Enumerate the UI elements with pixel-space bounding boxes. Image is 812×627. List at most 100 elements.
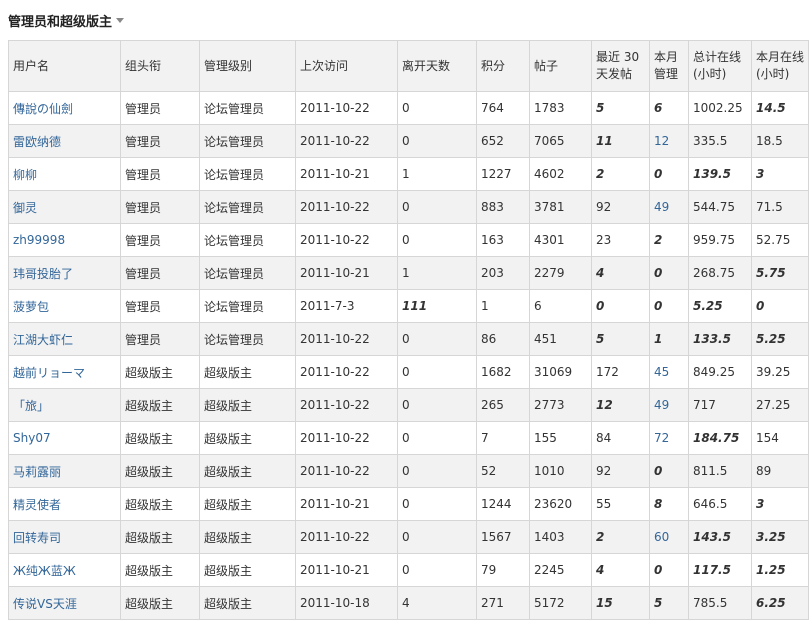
recent-posts-cell: 4 [591,553,650,587]
admin-level-cell: 论坛管理员 [199,91,296,125]
username-cell: 江湖大虾仁 [8,322,121,356]
col-header-points[interactable]: 积分 [476,40,530,92]
username-link[interactable]: 越前リョーマ [13,366,85,380]
last-visit-cell: 2011-10-21 [295,157,398,191]
posts-cell: 1010 [529,454,592,488]
username-link[interactable]: 御灵 [13,201,37,215]
username-link[interactable]: 玮哥投胎了 [13,267,73,281]
last-visit-cell: 2011-10-21 [295,256,398,290]
admin-level-cell: 论坛管理员 [199,289,296,323]
username-link[interactable]: Shy07 [13,431,51,445]
recent-posts-cell: 11 [591,124,650,158]
group-title-cell: 超级版主 [120,553,200,587]
points-cell: 1244 [476,487,530,521]
col-header-month-manage[interactable]: 本月管理 [649,40,689,92]
chevron-down-icon[interactable] [116,17,125,23]
month-manage-cell: 0 [649,553,689,587]
admin-level-cell: 超级版主 [199,520,296,554]
total-online-cell: 849.25 [688,355,752,389]
recent-posts-cell: 2 [591,520,650,554]
last-visit-cell: 2011-10-22 [295,388,398,422]
group-title-cell: 管理员 [120,91,200,125]
last-visit-cell: 2011-10-22 [295,190,398,224]
table-row: 传说VS天涯 超级版主 超级版主 2011-10-18 4 271 5172 15 5 785.5… [8,586,809,620]
total-online-cell: 646.5 [688,487,752,521]
username-link[interactable]: 江湖大虾仁 [13,333,73,347]
username-link[interactable]: zh99998 [13,233,65,247]
username-link[interactable]: 传说VS天涯 [13,597,77,611]
group-title-cell: 超级版主 [120,388,200,422]
admin-level-cell: 论坛管理员 [199,322,296,356]
group-title-cell: 超级版主 [120,454,200,488]
col-header-month-online[interactable]: 本月在线(小时) [751,40,809,92]
month-online-cell: 0 [751,289,809,323]
posts-cell: 6 [529,289,592,323]
username-cell: 马莉露丽 [8,454,121,488]
recent-posts-cell: 5 [591,91,650,125]
username-cell: 雷欧纳德 [8,124,121,158]
month-online-cell: 1.25 [751,553,809,587]
recent-posts-cell: 55 [591,487,650,521]
admin-level-cell: 超级版主 [199,355,296,389]
admin-level-cell: 论坛管理员 [199,124,296,158]
section-title: 管理员和超级版主 [8,14,113,30]
total-online-cell: 717 [688,388,752,422]
posts-cell: 2245 [529,553,592,587]
username-cell: 柳柳 [8,157,121,191]
username-link[interactable]: Ж纯Ж蓝Ж [13,564,76,578]
month-manage-cell: 72 [649,421,689,455]
points-cell: 271 [476,586,530,620]
last-visit-cell: 2011-10-22 [295,355,398,389]
username-link[interactable]: 回转寿司 [13,531,61,545]
col-header-posts[interactable]: 帖子 [529,40,592,92]
col-header-last-visit[interactable]: 上次访问 [295,40,398,92]
admin-level-cell: 超级版主 [199,586,296,620]
username-link[interactable]: 马莉露丽 [13,465,61,479]
month-online-cell: 39.25 [751,355,809,389]
posts-cell: 4602 [529,157,592,191]
table-row: 马莉露丽 超级版主 超级版主 2011-10-22 0 52 1010 92 0 811.5 89 [8,454,809,488]
group-title-cell: 管理员 [120,124,200,158]
username-link[interactable]: 傳說の仙劍 [13,102,73,116]
group-title-cell: 管理员 [120,289,200,323]
points-cell: 52 [476,454,530,488]
col-header-recent-posts[interactable]: 最近 30 天发帖 [591,40,650,92]
recent-posts-cell: 84 [591,421,650,455]
username-link[interactable]: 精灵使者 [13,498,61,512]
month-online-cell: 71.5 [751,190,809,224]
admin-level-cell: 超级版主 [199,421,296,455]
last-visit-cell: 2011-10-22 [295,124,398,158]
username-link[interactable]: 柳柳 [13,168,37,182]
group-title-cell: 管理员 [120,157,200,191]
last-visit-cell: 2011-10-18 [295,586,398,620]
total-online-cell: 139.5 [688,157,752,191]
month-online-cell: 154 [751,421,809,455]
posts-cell: 2279 [529,256,592,290]
group-title-cell: 超级版主 [120,520,200,554]
group-title-cell: 管理员 [120,322,200,356]
col-header-total-online[interactable]: 总计在线(小时) [688,40,752,92]
month-manage-cell: 12 [649,124,689,158]
recent-posts-cell: 92 [591,454,650,488]
month-manage-cell: 2 [649,223,689,257]
username-link[interactable]: 菠萝包 [13,300,49,314]
admin-level-cell: 超级版主 [199,388,296,422]
col-header-away-days[interactable]: 离开天数 [397,40,477,92]
month-manage-cell: 1 [649,322,689,356]
username-link[interactable]: 雷欧纳德 [13,135,61,149]
col-header-username[interactable]: 用户名 [8,40,121,92]
points-cell: 883 [476,190,530,224]
away-days-cell: 4 [397,586,477,620]
admin-level-cell: 论坛管理员 [199,157,296,191]
username-link[interactable]: 「旅」 [13,399,49,413]
month-manage-cell: 6 [649,91,689,125]
points-cell: 1227 [476,157,530,191]
col-header-group[interactable]: 组头衔 [120,40,200,92]
month-manage-cell: 8 [649,487,689,521]
points-cell: 764 [476,91,530,125]
posts-cell: 7065 [529,124,592,158]
col-header-level[interactable]: 管理级别 [199,40,296,92]
admin-level-cell: 论坛管理员 [199,190,296,224]
posts-cell: 1783 [529,91,592,125]
username-cell: 「旅」 [8,388,121,422]
